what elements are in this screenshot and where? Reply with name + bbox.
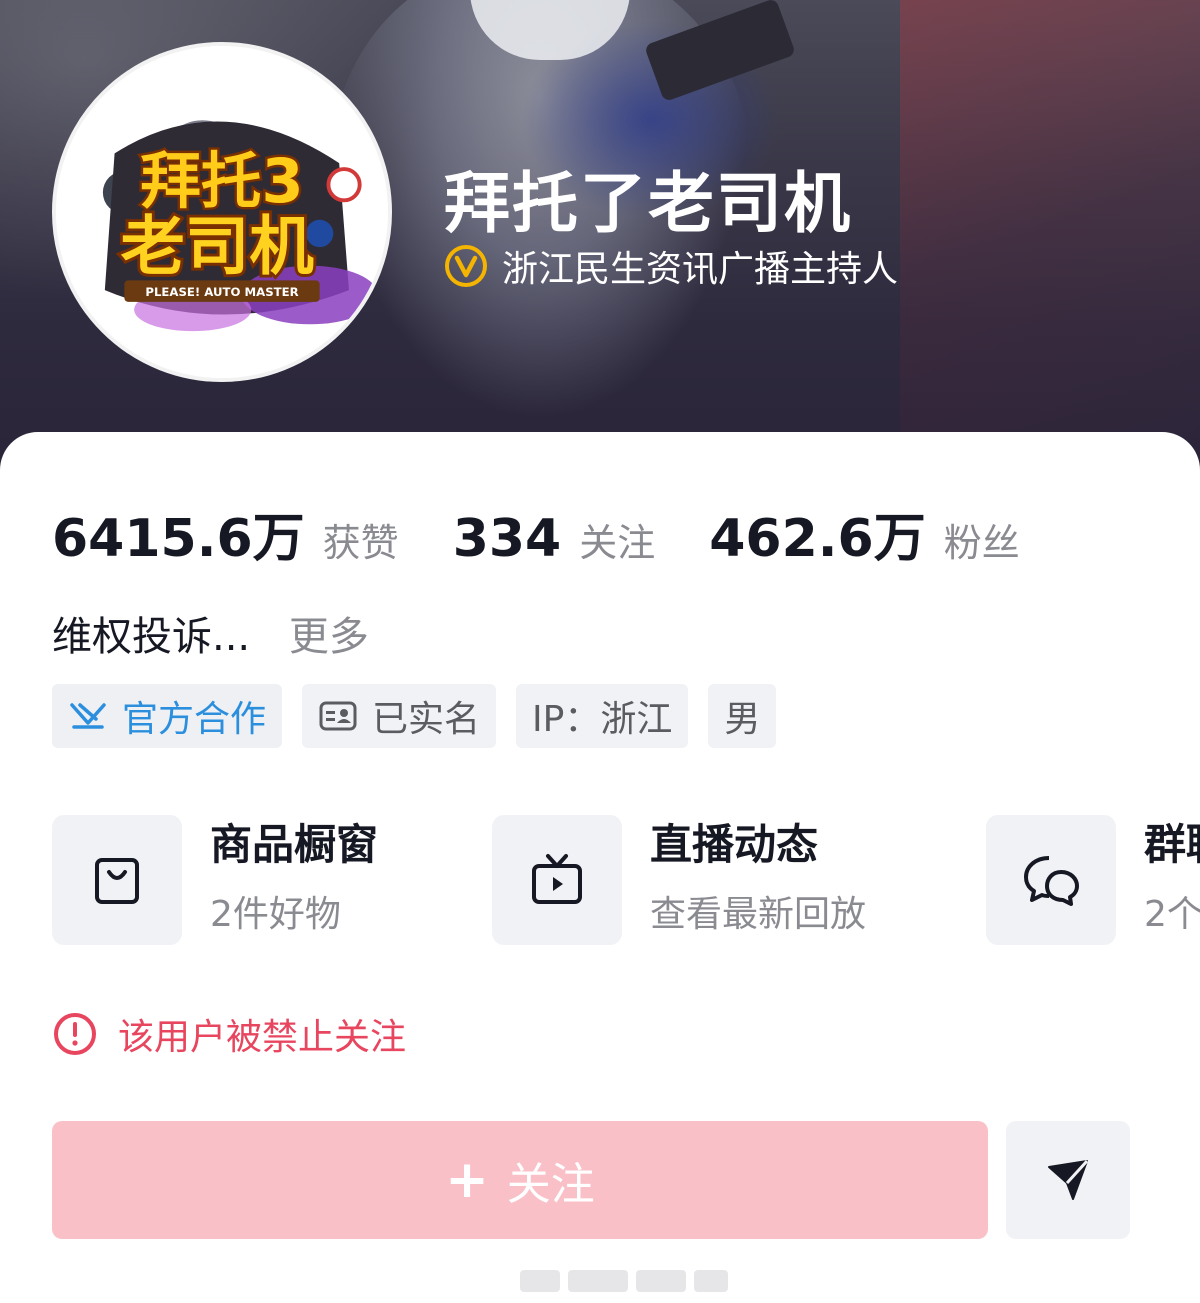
tag-official-cooperation[interactable]: 官方合作 bbox=[52, 684, 283, 748]
avatar-logo-line1: 拜托3 bbox=[140, 147, 303, 217]
feature-subtitle: 2件好物 bbox=[210, 894, 341, 935]
followers-label[interactable]: 粉丝 bbox=[944, 512, 1020, 567]
tag-label: IP：浙江 bbox=[532, 699, 673, 740]
profile-header-banner: 拜托3 老司机 PLEASE! AUTO MASTER 拜托了老司机 浙江民生资… bbox=[0, 0, 1200, 470]
official-cooperation-icon bbox=[70, 703, 106, 729]
followers-count[interactable]: 462.6万 bbox=[709, 496, 925, 571]
verification-row[interactable]: 浙江民生资讯广播主持人 bbox=[444, 240, 898, 292]
bio-text: 维权投诉... bbox=[52, 614, 251, 660]
show-logo-image: 拜托3 老司机 PLEASE! AUTO MASTER bbox=[56, 46, 388, 378]
avatar-logo-subtitle: PLEASE! AUTO MASTER bbox=[145, 285, 298, 299]
follow-banned-notice: 该用户被禁止关注 bbox=[52, 1008, 406, 1060]
verified-badge-icon bbox=[445, 245, 487, 287]
feature-group-chat[interactable]: 群聊 2个 bbox=[986, 815, 1200, 945]
stats-row: 6415.6万 获赞 334 关注 462.6万 粉丝 bbox=[52, 496, 1020, 571]
follow-button-label: 关注 bbox=[506, 1159, 595, 1210]
alert-circle-icon bbox=[54, 1013, 96, 1055]
chat-bubbles-icon bbox=[1024, 856, 1079, 906]
send-message-button[interactable] bbox=[1006, 1121, 1130, 1239]
profile-name: 拜托了老司机 bbox=[444, 165, 852, 242]
tag-label: 官方合作 bbox=[122, 699, 267, 740]
feature-subtitle: 2个 bbox=[1144, 894, 1200, 935]
avatar[interactable]: 拜托3 老司机 PLEASE! AUTO MASTER bbox=[52, 42, 392, 382]
profile-info-card: 6415.6万 获赞 334 关注 462.6万 粉丝 维权投诉... 更多 官… bbox=[0, 432, 1200, 1303]
follow-button[interactable]: + 关注 bbox=[52, 1121, 988, 1239]
feature-live-updates[interactable]: 直播动态 查看最新回放 bbox=[492, 815, 866, 945]
likes-count: 6415.6万 bbox=[52, 509, 305, 569]
send-icon bbox=[1048, 1159, 1089, 1200]
feature-title: 商品橱窗 bbox=[210, 820, 379, 869]
tag-gender: 男 bbox=[708, 684, 777, 748]
plus-icon: + bbox=[445, 1150, 489, 1210]
tv-icon bbox=[532, 854, 582, 904]
tag-label: 已实名 bbox=[372, 699, 481, 740]
tag-ip-location: IP：浙江 bbox=[516, 684, 689, 748]
feature-title: 直播动态 bbox=[650, 820, 819, 869]
tag-label: 男 bbox=[724, 699, 761, 740]
banner-background-shape bbox=[900, 0, 1200, 460]
warning-text: 该用户被禁止关注 bbox=[118, 1017, 407, 1058]
following-count[interactable]: 334 bbox=[453, 509, 562, 569]
avatar-logo-line2: 老司机 bbox=[120, 210, 314, 285]
feature-product-showcase[interactable]: 商品橱窗 2件好物 bbox=[52, 815, 378, 945]
id-card-icon bbox=[319, 701, 357, 731]
likes-label: 获赞 bbox=[322, 521, 399, 565]
following-label[interactable]: 关注 bbox=[579, 512, 655, 567]
bio: 维权投诉... 更多 bbox=[52, 604, 369, 662]
bio-more-link[interactable]: 更多 bbox=[289, 614, 369, 660]
profile-tags: 官方合作 已实名 IP：浙江 男 bbox=[52, 684, 777, 748]
shopping-bag-icon bbox=[95, 858, 139, 904]
feature-title: 群聊 bbox=[1144, 820, 1200, 869]
feature-shortcuts: 商品橱窗 2件好物 直播动态 查看最新回放 群 2个 bbox=[52, 815, 1200, 945]
verification-text: 浙江民生资讯广播主持人 bbox=[502, 249, 899, 290]
feature-subtitle: 查看最新回放 bbox=[650, 894, 867, 935]
watermark bbox=[520, 1270, 728, 1292]
tag-real-name[interactable]: 已实名 bbox=[302, 684, 497, 748]
